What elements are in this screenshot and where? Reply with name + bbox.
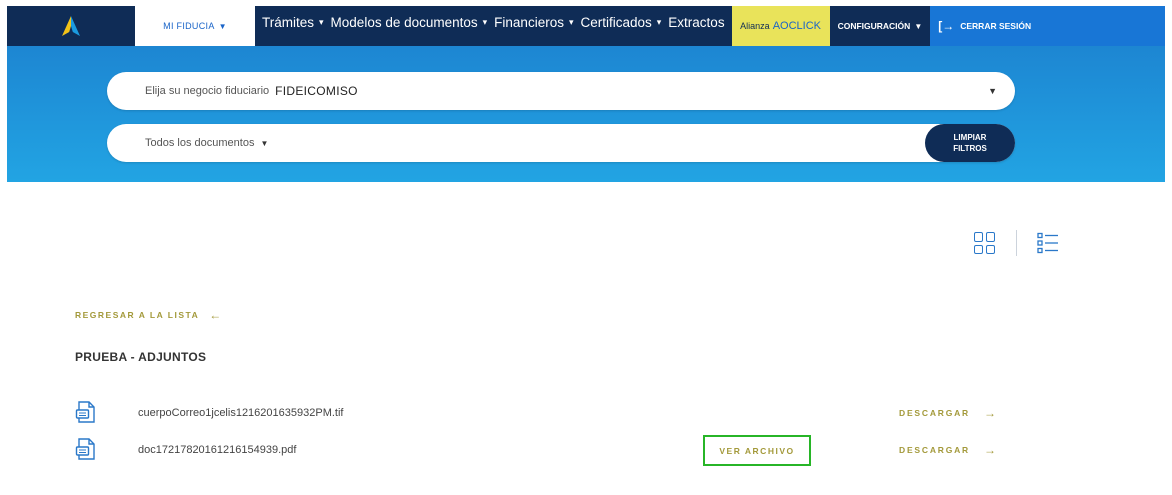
page-title: PRUEBA - ADJUNTOS: [75, 350, 207, 364]
caret-down-icon: ▾: [568, 17, 574, 27]
arrow-right-icon: →: [983, 443, 998, 457]
caret-down-icon: ▼: [914, 21, 923, 31]
menu-financieros[interactable]: Financieros ▾: [494, 15, 573, 30]
caret-down-icon: ▼: [218, 21, 227, 31]
list-view-icon[interactable]: [1037, 232, 1059, 254]
file-row: doc17217820161216154939.pdf VER ARCHIVO …: [75, 435, 1015, 466]
alianza-click-label: AOCLICK: [772, 20, 821, 32]
filtros-label: FILTROS: [953, 144, 987, 153]
file-icon: [75, 438, 95, 460]
regresar-label: REGRESAR A LA LISTA: [75, 310, 200, 320]
menu-extractos[interactable]: Extractos: [668, 15, 724, 30]
divider: [1016, 230, 1017, 256]
grid-view-icon[interactable]: [974, 232, 996, 254]
ver-archivo-button[interactable]: VER ARCHIVO: [703, 435, 811, 466]
caret-down-icon: ▾: [319, 17, 324, 27]
caret-down-icon: ▾: [656, 17, 662, 27]
filter-band: Elija su negocio fiduciario FIDEICOMISO …: [7, 46, 1165, 182]
mi-fiducia-label: MI FIDUCIA: [163, 21, 215, 31]
menu-tramites[interactable]: Trámites ▾: [262, 15, 324, 30]
view-toggle: [974, 230, 1059, 256]
descargar-label: DESCARGAR: [899, 445, 970, 455]
menu-certificados[interactable]: Certificados ▾: [580, 15, 661, 30]
file-icon: [75, 401, 95, 423]
main-menu: Trámites ▾ Modelos de documentos ▾ Finan…: [255, 6, 732, 46]
logo[interactable]: [7, 6, 135, 46]
regresar-lista-link[interactable]: REGRESAR A LA LISTA ←: [75, 308, 223, 322]
negocio-value: FIDEICOMISO: [275, 84, 358, 98]
limpiar-label: LIMPIAR: [953, 133, 987, 142]
page: MI FIDUCIA ▼ Trámites ▾ Modelos de docum…: [0, 0, 1172, 495]
descargar-label: DESCARGAR: [899, 408, 970, 418]
limpiar-filtros-button[interactable]: LIMPIAR FILTROS: [925, 124, 1015, 162]
menu-extractos-label: Extractos: [668, 15, 725, 30]
menu-certificados-label: Certificados: [580, 15, 652, 30]
logout-icon: [→: [938, 19, 955, 33]
top-nav: MI FIDUCIA ▼ Trámites ▾ Modelos de docum…: [7, 6, 1165, 46]
mi-fiducia-menu[interactable]: MI FIDUCIA ▼: [135, 6, 255, 46]
negocio-label: Elija su negocio fiduciario: [145, 85, 270, 97]
file-name[interactable]: cuerpoCorreo1jcelis1216201635932PM.tif: [138, 407, 343, 419]
logo-icon: [62, 16, 80, 36]
caret-down-icon: ▼: [260, 138, 269, 148]
file-row: cuerpoCorreo1jcelis1216201635932PM.tif D…: [75, 400, 1015, 426]
arrow-left-icon: ←: [209, 308, 223, 322]
documentos-filter-label: Todos los documentos: [145, 137, 255, 149]
cerrar-sesion-button[interactable]: [→ CERRAR SESIÓN: [930, 6, 1165, 46]
arrow-right-icon: →: [983, 406, 998, 420]
documentos-filter[interactable]: Todos los documentos ▼ LIMPIAR FILTROS: [107, 124, 1015, 162]
alianza-prefix: Alianza: [740, 21, 770, 31]
file-name[interactable]: doc17217820161216154939.pdf: [138, 444, 296, 456]
alianza-click-link[interactable]: Alianza AOCLICK: [731, 6, 830, 46]
configuracion-label: CONFIGURACIÓN: [837, 21, 911, 31]
caret-down-icon: ▼: [988, 86, 997, 96]
cerrar-sesion-label: CERRAR SESIÓN: [960, 21, 1032, 31]
negocio-select[interactable]: Elija su negocio fiduciario FIDEICOMISO …: [107, 72, 1015, 110]
menu-financieros-label: Financieros: [494, 15, 564, 30]
descargar-link[interactable]: DESCARGAR →: [899, 443, 998, 457]
configuracion-menu[interactable]: CONFIGURACIÓN ▼: [830, 6, 931, 46]
menu-tramites-label: Trámites: [262, 15, 315, 30]
menu-modelos[interactable]: Modelos de documentos ▾: [331, 15, 488, 30]
descargar-link[interactable]: DESCARGAR →: [899, 406, 998, 420]
caret-down-icon: ▾: [482, 17, 488, 27]
menu-modelos-label: Modelos de documentos: [330, 15, 478, 30]
